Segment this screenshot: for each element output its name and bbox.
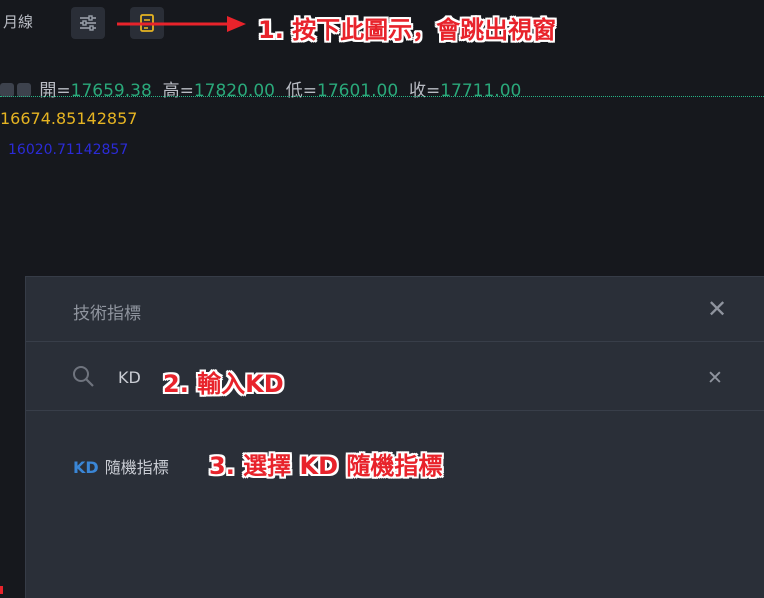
- ma-value-2: 16020.71142857: [8, 142, 129, 158]
- close-label: 收=: [408, 81, 441, 101]
- technical-indicator-dialog: 技術指標 ✕ KD 2. 輸入KD ✕ KD 隨機指標 3. 選擇 KD 隨機指標: [25, 276, 764, 598]
- divider: [26, 410, 764, 411]
- close-icon[interactable]: ✕: [707, 295, 727, 323]
- settings-button[interactable]: [71, 7, 105, 39]
- visibility-toggle-icon[interactable]: [0, 83, 14, 97]
- ma-value-1: 16674.85142857: [0, 109, 138, 128]
- result-item-kd[interactable]: KD 隨機指標: [73, 454, 169, 478]
- settings-toggle-icon[interactable]: [17, 83, 31, 97]
- high-value: 17820.00: [193, 81, 275, 101]
- clear-search-icon[interactable]: ✕: [707, 367, 723, 389]
- open-label: 開=: [39, 81, 71, 101]
- annotation-step1: 1. 按下此圖示，會跳出視窗: [258, 16, 557, 44]
- candle-mark: [0, 586, 3, 594]
- divider: [26, 341, 764, 342]
- high-label: 高=: [162, 81, 194, 101]
- close-value: 17711.00: [440, 81, 522, 101]
- result-abbr: KD: [73, 458, 99, 477]
- dialog-title: 技術指標: [73, 304, 141, 324]
- search-input[interactable]: KD: [118, 368, 141, 387]
- open-value: 17659.38: [70, 81, 152, 101]
- ohlc-readout: 開=17659.38 高=17820.00 低=17601.00 收=17711…: [0, 76, 521, 101]
- annotation-arrow: [117, 16, 246, 32]
- result-name: 隨機指標: [104, 458, 169, 477]
- chart-toolbar: 月線 1. 按下此圖示，會跳出視窗: [0, 0, 764, 46]
- low-value: 17601.00: [317, 81, 399, 101]
- search-icon: [73, 366, 94, 387]
- annotation-step2: 2. 輸入KD: [163, 370, 284, 398]
- sliders-icon: [80, 15, 96, 31]
- low-label: 低=: [285, 81, 318, 101]
- price-line: [0, 96, 764, 97]
- annotation-step3: 3. 選擇 KD 隨機指標: [209, 452, 443, 480]
- period-label[interactable]: 月線: [3, 11, 33, 32]
